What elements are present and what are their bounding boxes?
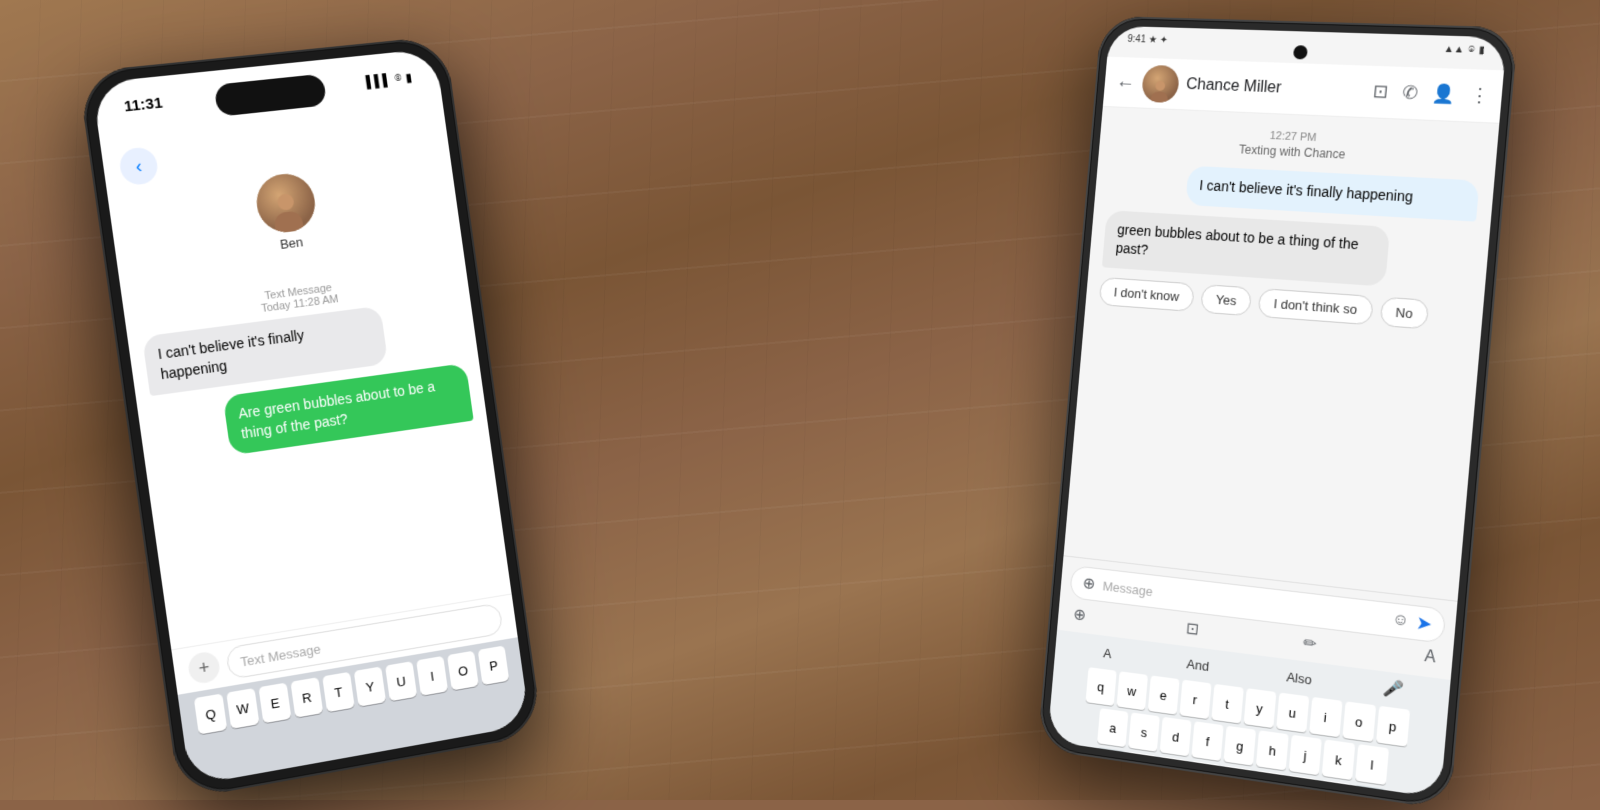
android-battery: ▮ bbox=[1478, 45, 1485, 56]
key-T[interactable]: T bbox=[322, 672, 355, 712]
android-sent-bubble-1: I can't believe it's finally happening bbox=[1185, 166, 1479, 222]
key-U[interactable]: U bbox=[385, 661, 417, 701]
android-wifi: ⌾ bbox=[1468, 45, 1475, 56]
smart-reply-3[interactable]: I don't think so bbox=[1258, 288, 1374, 325]
key-Y[interactable]: Y bbox=[354, 666, 386, 706]
android-key-h[interactable]: h bbox=[1256, 730, 1289, 770]
emoji-icon[interactable]: ☺ bbox=[1391, 611, 1409, 631]
input-placeholder: Text Message bbox=[239, 641, 321, 669]
dynamic-island bbox=[214, 74, 328, 117]
android-key-k[interactable]: k bbox=[1322, 739, 1356, 780]
draw-icon[interactable]: ✏ bbox=[1302, 633, 1317, 655]
android-status-left: 9:41 ★ ✦ bbox=[1127, 34, 1168, 46]
android-key-d[interactable]: d bbox=[1160, 717, 1192, 757]
android-contact-avatar bbox=[1141, 64, 1180, 102]
signal-icon: ▌▌▌ bbox=[365, 72, 392, 88]
text-format-icon[interactable]: A bbox=[1424, 648, 1437, 670]
key-O[interactable]: O bbox=[447, 651, 479, 691]
android-key-backspace[interactable]: ⌫ bbox=[1352, 785, 1386, 799]
android-key-o[interactable]: o bbox=[1342, 701, 1376, 742]
suggestion-2[interactable]: And bbox=[1178, 651, 1218, 679]
iphone-status-icons: ▌▌▌ ⌾ ▮ bbox=[365, 69, 413, 88]
android-key-p[interactable]: p bbox=[1376, 706, 1410, 747]
contact-avatar-image bbox=[253, 171, 318, 235]
phone-call-icon[interactable]: ✆ bbox=[1402, 82, 1419, 104]
android-key-y[interactable]: y bbox=[1243, 688, 1276, 728]
contact-name: Ben bbox=[279, 234, 304, 252]
mic-icon[interactable]: 🎤 bbox=[1382, 678, 1405, 704]
battery-icon: ▮ bbox=[404, 70, 412, 84]
key-Q[interactable]: Q bbox=[194, 693, 227, 734]
wifi-icon: ⌾ bbox=[394, 71, 403, 86]
smart-reply-2[interactable]: Yes bbox=[1200, 284, 1252, 316]
key-R[interactable]: R bbox=[290, 677, 323, 718]
android-header-icons: ⊡ ✆ 👤 ⋮ bbox=[1372, 81, 1490, 107]
smart-reply-1[interactable]: I don't know bbox=[1099, 277, 1195, 312]
android-key-f[interactable]: f bbox=[1191, 721, 1223, 761]
android-key-a[interactable]: a bbox=[1097, 708, 1128, 747]
smart-reply-4[interactable]: No bbox=[1379, 296, 1429, 329]
iphone-messages-area: Text Message Today 11:28 AM I can't beli… bbox=[122, 257, 505, 604]
more-options-icon[interactable]: ⋮ bbox=[1469, 85, 1490, 107]
camera-icon[interactable]: ⊡ bbox=[1185, 618, 1200, 639]
send-icon[interactable]: ➤ bbox=[1416, 613, 1432, 635]
android-key-s[interactable]: s bbox=[1128, 712, 1160, 751]
smart-replies-container: I don't know Yes I don't think so No bbox=[1099, 277, 1469, 332]
punch-hole-camera bbox=[1293, 45, 1308, 59]
android-messages-area: 12:27 PM Texting with Chance I can't bel… bbox=[1063, 107, 1499, 608]
android-time: 9:41 bbox=[1127, 34, 1146, 45]
android-key-i[interactable]: i bbox=[1309, 697, 1342, 737]
suggestion-3[interactable]: Also bbox=[1277, 664, 1320, 692]
android-key-l[interactable]: l bbox=[1355, 744, 1389, 785]
android-contact-name: Chance Miller bbox=[1185, 76, 1365, 101]
iphone-time: 11:31 bbox=[123, 94, 164, 115]
key-P[interactable]: P bbox=[478, 645, 510, 685]
attach-icon[interactable]: ⊕ bbox=[1082, 573, 1096, 594]
android-key-u[interactable]: u bbox=[1276, 692, 1309, 732]
android-key-e[interactable]: e bbox=[1147, 675, 1179, 714]
android-key-r[interactable]: r bbox=[1179, 680, 1211, 720]
add-icon[interactable]: ⊕ bbox=[1073, 604, 1087, 625]
android-key-j[interactable]: j bbox=[1289, 735, 1322, 776]
android-received-bubble: green bubbles about to be a thing of the… bbox=[1102, 210, 1391, 287]
suggestion-1[interactable]: A bbox=[1095, 641, 1120, 666]
android-key-g[interactable]: g bbox=[1223, 726, 1256, 766]
contacts-icon[interactable]: 👤 bbox=[1431, 83, 1456, 105]
android-key-w[interactable]: w bbox=[1116, 671, 1148, 710]
android-device: 9:41 ★ ✦ ▲▲ ⌾ ▮ ← Chance Miller bbox=[1037, 16, 1518, 810]
key-W[interactable]: W bbox=[226, 688, 259, 729]
add-attachment-button[interactable]: + bbox=[187, 650, 222, 685]
key-I[interactable]: I bbox=[416, 656, 448, 696]
android-key-q[interactable]: q bbox=[1085, 667, 1116, 706]
android-key-t[interactable]: t bbox=[1211, 684, 1243, 724]
contact-avatar bbox=[253, 171, 318, 235]
back-arrow-icon[interactable]: ← bbox=[1115, 71, 1136, 94]
android-signal: ▲▲ bbox=[1443, 44, 1465, 56]
back-button[interactable]: ‹ bbox=[118, 146, 160, 186]
android-status-right: ▲▲ ⌾ ▮ bbox=[1443, 44, 1485, 57]
chevron-left-icon: ‹ bbox=[134, 155, 143, 177]
key-E[interactable]: E bbox=[258, 683, 291, 724]
android-screen: 9:41 ★ ✦ ▲▲ ⌾ ▮ ← Chance Miller bbox=[1047, 26, 1507, 798]
android-notifications: ★ ✦ bbox=[1148, 35, 1168, 46]
video-call-icon[interactable]: ⊡ bbox=[1372, 81, 1389, 103]
